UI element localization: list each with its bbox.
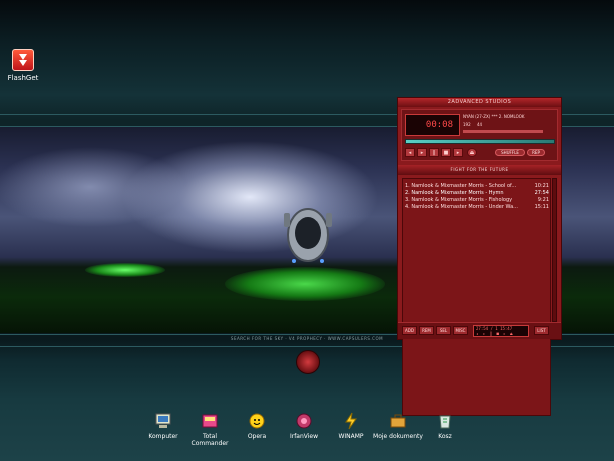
- playlist-item[interactable]: 1. Namlook & Mixmaster Morris - School o…: [405, 183, 549, 189]
- select-button[interactable]: SEL: [436, 326, 451, 335]
- winamp-main-panel: 00:08 NYAN (27-ZX) *** 2. NOMLOOK 192 44…: [401, 109, 558, 161]
- winamp-titlebar[interactable]: 2ADVANCED STUDIOS: [398, 98, 561, 107]
- playlist-title: FIGHT FOR THE FUTURE: [398, 165, 561, 175]
- desktop-icon-moje-dokumenty[interactable]: Moje dokumenty: [373, 412, 423, 440]
- track-info-panel: NYAN (27-ZX) *** 2. NOMLOOK 192 44: [463, 114, 555, 136]
- add-button[interactable]: ADD: [402, 326, 417, 335]
- emblem-icon: [296, 350, 320, 374]
- desktop-icon-label: Kosz: [438, 433, 452, 440]
- repeat-button[interactable]: REP: [527, 149, 545, 156]
- mini-controls[interactable]: ◂ ▸ ‖ ■ ▸ ⏏: [476, 331, 528, 336]
- desktop-icon-label: FlashGet: [7, 74, 39, 82]
- desktop-icon-flashget[interactable]: FlashGet: [0, 49, 52, 82]
- bitrate-value: 192: [463, 122, 471, 127]
- desktop-icon-total-commander[interactable]: Total Commander: [185, 412, 235, 447]
- track-title: 3. Namlook & Mixmaster Morris - Fisholog…: [405, 197, 513, 203]
- pause-button[interactable]: ‖: [429, 148, 439, 157]
- desktop-icon-irfanview[interactable]: IrfanView: [279, 412, 329, 440]
- stop-button[interactable]: ■: [441, 148, 451, 157]
- briefcase-icon: [389, 412, 407, 430]
- irfanview-icon: [295, 412, 313, 430]
- previous-button[interactable]: ◂: [405, 148, 415, 157]
- khz-value: 44: [477, 122, 483, 127]
- flashget-icon: [12, 49, 34, 71]
- computer-icon: [154, 412, 172, 430]
- track-time: 10:21: [534, 183, 549, 189]
- list-button[interactable]: LIST: [534, 326, 549, 335]
- misc-button[interactable]: MISC: [453, 326, 468, 335]
- next-button[interactable]: ▸: [453, 148, 463, 157]
- green-glow-left: [85, 263, 165, 277]
- desktop-icon-label: Total Commander: [191, 433, 229, 447]
- playlist-scrollbar[interactable]: [552, 178, 557, 322]
- opera-icon: [248, 412, 266, 430]
- playlist-item-current[interactable]: 2. Namlook & Mixmaster Morris - Hymn 27:…: [405, 190, 549, 196]
- desktop-icon-winamp[interactable]: WINAMP: [326, 412, 376, 440]
- desktop-icon-label: Komputer: [148, 433, 178, 440]
- volume-slider[interactable]: [463, 130, 543, 133]
- playlist-list: 1. Namlook & Mixmaster Morris - School o…: [402, 178, 551, 416]
- eject-button[interactable]: ⏏: [467, 148, 477, 157]
- track-time: 9:21: [537, 197, 549, 203]
- playlist-item[interactable]: 4. Namlook & Mixmaster Morris - Under Wa…: [405, 204, 549, 210]
- track-title: 1. Namlook & Mixmaster Morris - School o…: [405, 183, 517, 189]
- remove-button[interactable]: REM: [419, 326, 434, 335]
- track-marquee: NYAN (27-ZX) *** 2. NOMLOOK: [463, 114, 525, 119]
- playlist-time-display: 27:54 / 1 15:47 ◂ ▸ ‖ ■ ▸ ⏏: [473, 325, 529, 337]
- playlist-footer: ADD REM SEL MISC 27:54 / 1 15:47 ◂ ▸ ‖ ■…: [398, 322, 561, 339]
- winamp-icon: [342, 412, 360, 430]
- desktop-icon-kosz[interactable]: Kosz: [420, 412, 470, 440]
- transport-controls: ◂ ▸ ‖ ■ ▸ ⏏ SHUFFLE REP: [405, 148, 555, 158]
- desktop-icon-label: IrfanView: [289, 433, 319, 440]
- desktop-icon-label: Moje dokumenty: [373, 433, 423, 440]
- play-button[interactable]: ▸: [417, 148, 427, 157]
- desktop-icon-opera[interactable]: Opera: [232, 412, 282, 440]
- track-title: 4. Namlook & Mixmaster Morris - Under Wa…: [405, 204, 518, 210]
- total-commander-icon: [201, 412, 219, 430]
- desktop-icon-label: Opera: [247, 433, 267, 440]
- recycle-bin-icon: [436, 412, 454, 430]
- desktop-icon-komputer[interactable]: Komputer: [138, 412, 188, 440]
- track-title: 2. Namlook & Mixmaster Morris - Hymn: [405, 190, 504, 196]
- track-time: 15:11: [534, 204, 549, 210]
- shuffle-button[interactable]: SHUFFLE: [495, 149, 525, 156]
- capsule-robot-icon: [284, 208, 332, 263]
- desktop-icon-label: WINAMP: [338, 433, 364, 440]
- playlist-item[interactable]: 3. Namlook & Mixmaster Morris - Fisholog…: [405, 197, 549, 203]
- time-display[interactable]: 00:08: [405, 114, 460, 136]
- green-glow-right: [225, 267, 385, 301]
- winamp-window[interactable]: 2ADVANCED STUDIOS 00:08 NYAN (27-ZX) ***…: [397, 97, 562, 416]
- seek-bar[interactable]: [405, 139, 555, 144]
- track-time: 27:54: [534, 190, 549, 196]
